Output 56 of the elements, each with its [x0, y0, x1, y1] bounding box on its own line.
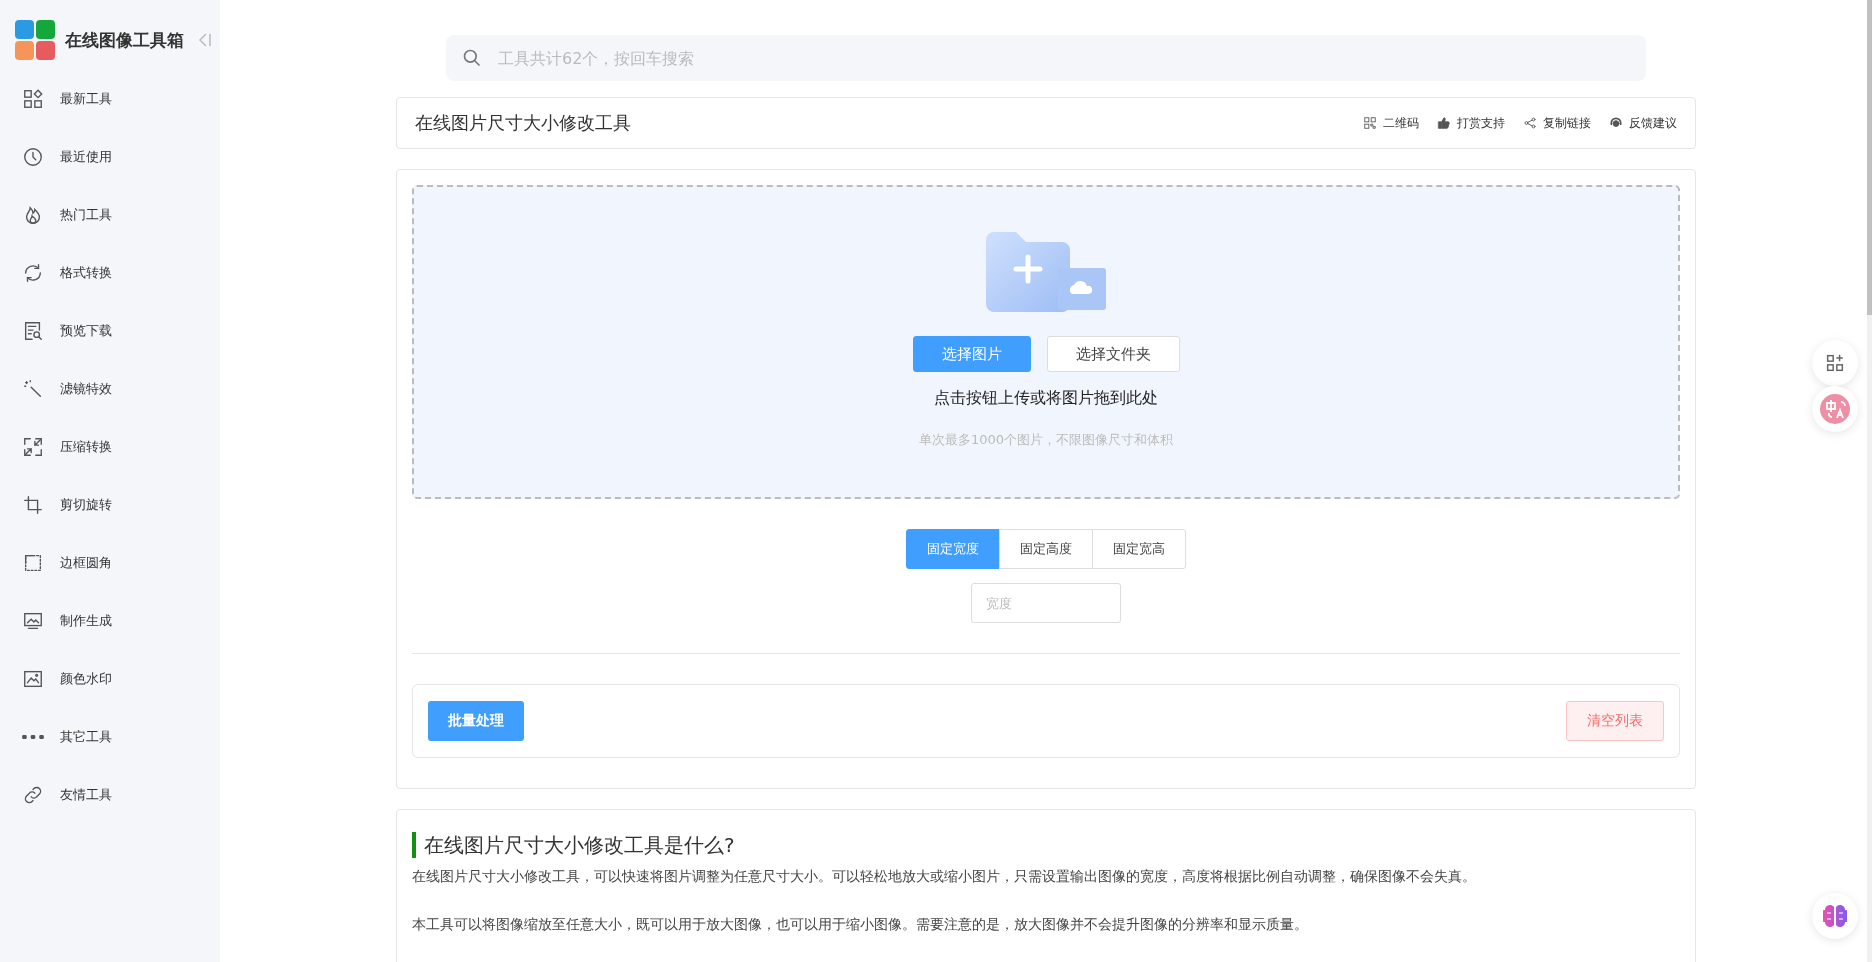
- sidebar-item[interactable]: 制作生成: [0, 592, 220, 650]
- compress-icon: [22, 436, 44, 458]
- mode-tab[interactable]: 固定宽高: [1091, 529, 1186, 569]
- sidebar-item[interactable]: 友情工具: [0, 766, 220, 824]
- sidebar-item[interactable]: 热门工具: [0, 186, 220, 244]
- floating-button[interactable]: [1812, 340, 1858, 386]
- brain-icon: [1823, 905, 1847, 927]
- dotted-frame-icon: [22, 552, 44, 574]
- sidebar-item[interactable]: 边框圆角: [0, 534, 220, 592]
- refresh-icon: [22, 262, 44, 284]
- header-link[interactable]: 二维码: [1363, 114, 1419, 132]
- image-icon: [22, 610, 44, 632]
- more-icon: [22, 735, 44, 739]
- sidebar-item[interactable]: 格式转换: [0, 244, 220, 302]
- image-icon: [22, 668, 44, 690]
- crop-icon: [22, 494, 44, 516]
- link-icon: [22, 784, 44, 806]
- share-icon: [1523, 116, 1537, 130]
- search-icon: [462, 48, 482, 68]
- drop-zone[interactable]: 选择图片 选择文件夹 点击按钮上传或将图片拖到此处 单次最多1000个图片，不限图像尺寸和体积: [412, 185, 1680, 499]
- qr-code-icon: [1363, 116, 1377, 130]
- magic-wand-icon: [22, 378, 44, 400]
- thumbs-up-icon: [1437, 116, 1451, 130]
- header-link[interactable]: 复制链接: [1523, 114, 1591, 132]
- upload-hint: 点击按钮上传或将图片拖到此处: [934, 388, 1158, 409]
- logo-icon: [15, 20, 55, 60]
- document-search-icon: [22, 320, 44, 342]
- header-link[interactable]: 反馈建议: [1609, 114, 1677, 132]
- grid-icon: [22, 88, 44, 110]
- sidebar-item[interactable]: 压缩转换: [0, 418, 220, 476]
- app-title: 在线图像工具箱: [65, 28, 184, 52]
- header-link[interactable]: 打赏支持: [1437, 114, 1505, 132]
- tool-title: 在线图片尺寸大小修改工具: [415, 111, 631, 135]
- folder-upload-icon: [986, 232, 1106, 312]
- sidebar-item[interactable]: 剪切旋转: [0, 476, 220, 534]
- search-field[interactable]: 工具共计62个，按回车搜索: [446, 35, 1646, 81]
- headset-icon: [1609, 116, 1623, 130]
- floating-button[interactable]: [1812, 386, 1858, 432]
- apps-icon: [1824, 352, 1846, 374]
- section-heading: 在线图片尺寸大小修改工具是什么?: [412, 832, 1680, 858]
- select-folder-button[interactable]: 选择文件夹: [1046, 336, 1180, 372]
- sidebar-item[interactable]: 颜色水印: [0, 650, 220, 708]
- sidebar-item[interactable]: 预览下载: [0, 302, 220, 360]
- sidebar-item[interactable]: 最新工具: [0, 70, 220, 128]
- width-input[interactable]: 宽度: [971, 583, 1121, 623]
- upload-note: 单次最多1000个图片，不限图像尺寸和体积: [918, 431, 1174, 449]
- sidebar-item[interactable]: 其它工具: [0, 708, 220, 766]
- sidebar-item[interactable]: 滤镜特效: [0, 360, 220, 418]
- paragraph: 本工具可以将图像缩放至任意大小，既可以用于放大图像，也可以用于缩小图像。需要注意的是，放大图像并不会提升图像的分辨率和显示质量。: [412, 915, 1309, 934]
- sidebar-item[interactable]: 最近使用: [0, 128, 220, 186]
- mode-tab[interactable]: 固定高度: [998, 529, 1093, 569]
- paragraph: 在线图片尺寸大小修改工具，可以快速将图片调整为任意尺寸大小。可以轻松地放大或缩小图片，只需设置输出图像的宽度，高度将根据比例自动调整，确保图像不会失真。: [412, 867, 1477, 886]
- floating-button[interactable]: [1812, 893, 1858, 939]
- clock-icon: [22, 146, 44, 168]
- translate-icon: [1820, 394, 1850, 424]
- collapse-icon[interactable]: [198, 32, 212, 48]
